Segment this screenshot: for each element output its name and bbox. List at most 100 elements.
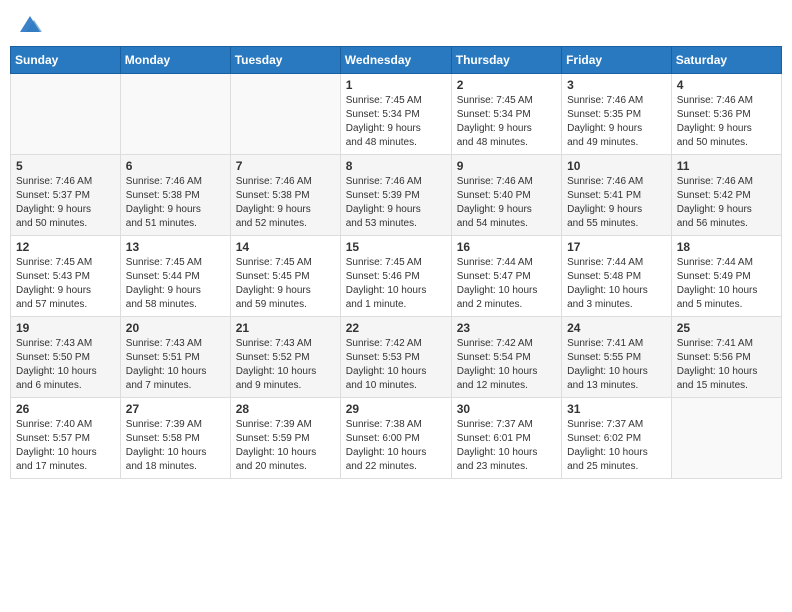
calendar-day-16: 16 Sunrise: 7:44 AM Sunset: 5:47 PM Dayli… — [451, 236, 561, 317]
day-info-text: Sunrise: 7:44 AM Sunset: 5:48 PM Dayligh… — [567, 256, 666, 312]
day-info-text: Sunrise: 7:45 AM Sunset: 5:44 PM Dayligh… — [126, 256, 225, 312]
day-number: 24 — [567, 321, 666, 335]
empty-day-cell — [230, 74, 340, 155]
day-number: 18 — [677, 240, 776, 254]
day-number: 3 — [567, 78, 666, 92]
calendar-day-27: 27 Sunrise: 7:39 AM Sunset: 5:58 PM Dayli… — [120, 398, 230, 479]
weekday-header-thursday: Thursday — [451, 47, 561, 74]
calendar-day-19: 19 Sunrise: 7:43 AM Sunset: 5:50 PM Dayli… — [11, 317, 121, 398]
day-number: 8 — [346, 159, 446, 173]
calendar-day-8: 8 Sunrise: 7:46 AM Sunset: 5:39 PM Daylig… — [340, 155, 451, 236]
calendar-week-row: 26 Sunrise: 7:40 AM Sunset: 5:57 PM Dayli… — [11, 398, 782, 479]
calendar-day-31: 31 Sunrise: 7:37 AM Sunset: 6:02 PM Dayli… — [562, 398, 672, 479]
day-number: 7 — [236, 159, 335, 173]
day-number: 23 — [457, 321, 556, 335]
calendar-day-15: 15 Sunrise: 7:45 AM Sunset: 5:46 PM Dayli… — [340, 236, 451, 317]
weekday-header-monday: Monday — [120, 47, 230, 74]
calendar-day-10: 10 Sunrise: 7:46 AM Sunset: 5:41 PM Dayli… — [562, 155, 672, 236]
weekday-header-friday: Friday — [562, 47, 672, 74]
calendar-day-22: 22Sunrise: 7:42 AM Sunset: 5:53 PM Dayli… — [340, 317, 451, 398]
day-number: 5 — [16, 159, 115, 173]
day-info-text: Sunrise: 7:46 AM Sunset: 5:36 PM Dayligh… — [677, 94, 776, 150]
day-number: 13 — [126, 240, 225, 254]
day-info-text: Sunrise: 7:46 AM Sunset: 5:35 PM Dayligh… — [567, 94, 666, 150]
day-number: 26 — [16, 402, 115, 416]
day-info-text: Sunrise: 7:39 AM Sunset: 5:59 PM Dayligh… — [236, 418, 335, 474]
empty-day-cell — [11, 74, 121, 155]
day-number: 4 — [677, 78, 776, 92]
calendar-day-1: 1Sunrise: 7:45 AM Sunset: 5:34 PM Daylig… — [340, 74, 451, 155]
day-info-text: Sunrise: 7:40 AM Sunset: 5:57 PM Dayligh… — [16, 418, 115, 474]
day-info-text: Sunrise: 7:39 AM Sunset: 5:58 PM Dayligh… — [126, 418, 225, 474]
day-number: 31 — [567, 402, 666, 416]
calendar-day-17: 17 Sunrise: 7:44 AM Sunset: 5:48 PM Dayli… — [562, 236, 672, 317]
logo-icon — [16, 10, 44, 38]
calendar-day-3: 3 Sunrise: 7:46 AM Sunset: 5:35 PM Daylig… — [562, 74, 672, 155]
day-info-text: Sunrise: 7:44 AM Sunset: 5:49 PM Dayligh… — [677, 256, 776, 312]
page-header — [10, 10, 782, 38]
calendar-week-row: 19 Sunrise: 7:43 AM Sunset: 5:50 PM Dayli… — [11, 317, 782, 398]
calendar-day-6: 6Sunrise: 7:46 AM Sunset: 5:38 PM Daylig… — [120, 155, 230, 236]
calendar-day-9: 9 Sunrise: 7:46 AM Sunset: 5:40 PM Daylig… — [451, 155, 561, 236]
calendar-day-5: 5 Sunrise: 7:46 AM Sunset: 5:37 PM Daylig… — [11, 155, 121, 236]
day-number: 21 — [236, 321, 335, 335]
calendar-day-7: 7Sunrise: 7:46 AM Sunset: 5:38 PM Daylig… — [230, 155, 340, 236]
logo — [14, 10, 44, 38]
day-number: 15 — [346, 240, 446, 254]
calendar-day-28: 28 Sunrise: 7:39 AM Sunset: 5:59 PM Dayli… — [230, 398, 340, 479]
calendar-day-12: 12Sunrise: 7:45 AM Sunset: 5:43 PM Dayli… — [11, 236, 121, 317]
day-info-text: Sunrise: 7:43 AM Sunset: 5:51 PM Dayligh… — [126, 337, 225, 393]
calendar-day-2: 2 Sunrise: 7:45 AM Sunset: 5:34 PM Daylig… — [451, 74, 561, 155]
weekday-header-wednesday: Wednesday — [340, 47, 451, 74]
calendar-day-30: 30 Sunrise: 7:37 AM Sunset: 6:01 PM Dayli… — [451, 398, 561, 479]
calendar-week-row: 1Sunrise: 7:45 AM Sunset: 5:34 PM Daylig… — [11, 74, 782, 155]
day-info-text: Sunrise: 7:46 AM Sunset: 5:40 PM Dayligh… — [457, 175, 556, 231]
calendar-day-24: 24Sunrise: 7:41 AM Sunset: 5:55 PM Dayli… — [562, 317, 672, 398]
day-info-text: Sunrise: 7:44 AM Sunset: 5:47 PM Dayligh… — [457, 256, 556, 312]
calendar-table: SundayMondayTuesdayWednesdayThursdayFrid… — [10, 46, 782, 479]
calendar-day-21: 21 Sunrise: 7:43 AM Sunset: 5:52 PM Dayli… — [230, 317, 340, 398]
day-number: 11 — [677, 159, 776, 173]
day-info-text: Sunrise: 7:45 AM Sunset: 5:34 PM Dayligh… — [346, 94, 446, 150]
day-number: 10 — [567, 159, 666, 173]
day-info-text: Sunrise: 7:46 AM Sunset: 5:38 PM Dayligh… — [126, 175, 225, 231]
day-info-text: Sunrise: 7:43 AM Sunset: 5:52 PM Dayligh… — [236, 337, 335, 393]
calendar-day-25: 25 Sunrise: 7:41 AM Sunset: 5:56 PM Dayli… — [671, 317, 781, 398]
day-info-text: Sunrise: 7:46 AM Sunset: 5:39 PM Dayligh… — [346, 175, 446, 231]
day-number: 20 — [126, 321, 225, 335]
day-info-text: Sunrise: 7:41 AM Sunset: 5:56 PM Dayligh… — [677, 337, 776, 393]
day-info-text: Sunrise: 7:37 AM Sunset: 6:01 PM Dayligh… — [457, 418, 556, 474]
day-number: 2 — [457, 78, 556, 92]
weekday-header-saturday: Saturday — [671, 47, 781, 74]
day-info-text: Sunrise: 7:46 AM Sunset: 5:42 PM Dayligh… — [677, 175, 776, 231]
day-info-text: Sunrise: 7:46 AM Sunset: 5:41 PM Dayligh… — [567, 175, 666, 231]
empty-day-cell — [671, 398, 781, 479]
weekday-header-sunday: Sunday — [11, 47, 121, 74]
day-info-text: Sunrise: 7:45 AM Sunset: 5:45 PM Dayligh… — [236, 256, 335, 312]
day-info-text: Sunrise: 7:46 AM Sunset: 5:37 PM Dayligh… — [16, 175, 115, 231]
day-number: 27 — [126, 402, 225, 416]
day-number: 19 — [16, 321, 115, 335]
calendar-day-13: 13 Sunrise: 7:45 AM Sunset: 5:44 PM Dayli… — [120, 236, 230, 317]
calendar-day-23: 23 Sunrise: 7:42 AM Sunset: 5:54 PM Dayli… — [451, 317, 561, 398]
day-number: 25 — [677, 321, 776, 335]
day-number: 28 — [236, 402, 335, 416]
day-number: 17 — [567, 240, 666, 254]
day-number: 9 — [457, 159, 556, 173]
day-info-text: Sunrise: 7:38 AM Sunset: 6:00 PM Dayligh… — [346, 418, 446, 474]
calendar-week-row: 12Sunrise: 7:45 AM Sunset: 5:43 PM Dayli… — [11, 236, 782, 317]
day-number: 22 — [346, 321, 446, 335]
calendar-day-4: 4 Sunrise: 7:46 AM Sunset: 5:36 PM Daylig… — [671, 74, 781, 155]
calendar-day-18: 18 Sunrise: 7:44 AM Sunset: 5:49 PM Dayli… — [671, 236, 781, 317]
day-number: 29 — [346, 402, 446, 416]
day-info-text: Sunrise: 7:45 AM Sunset: 5:34 PM Dayligh… — [457, 94, 556, 150]
day-number: 16 — [457, 240, 556, 254]
day-info-text: Sunrise: 7:37 AM Sunset: 6:02 PM Dayligh… — [567, 418, 666, 474]
day-number: 14 — [236, 240, 335, 254]
day-info-text: Sunrise: 7:43 AM Sunset: 5:50 PM Dayligh… — [16, 337, 115, 393]
weekday-header-tuesday: Tuesday — [230, 47, 340, 74]
day-number: 30 — [457, 402, 556, 416]
day-info-text: Sunrise: 7:45 AM Sunset: 5:46 PM Dayligh… — [346, 256, 446, 312]
calendar-week-row: 5 Sunrise: 7:46 AM Sunset: 5:37 PM Daylig… — [11, 155, 782, 236]
day-info-text: Sunrise: 7:42 AM Sunset: 5:54 PM Dayligh… — [457, 337, 556, 393]
